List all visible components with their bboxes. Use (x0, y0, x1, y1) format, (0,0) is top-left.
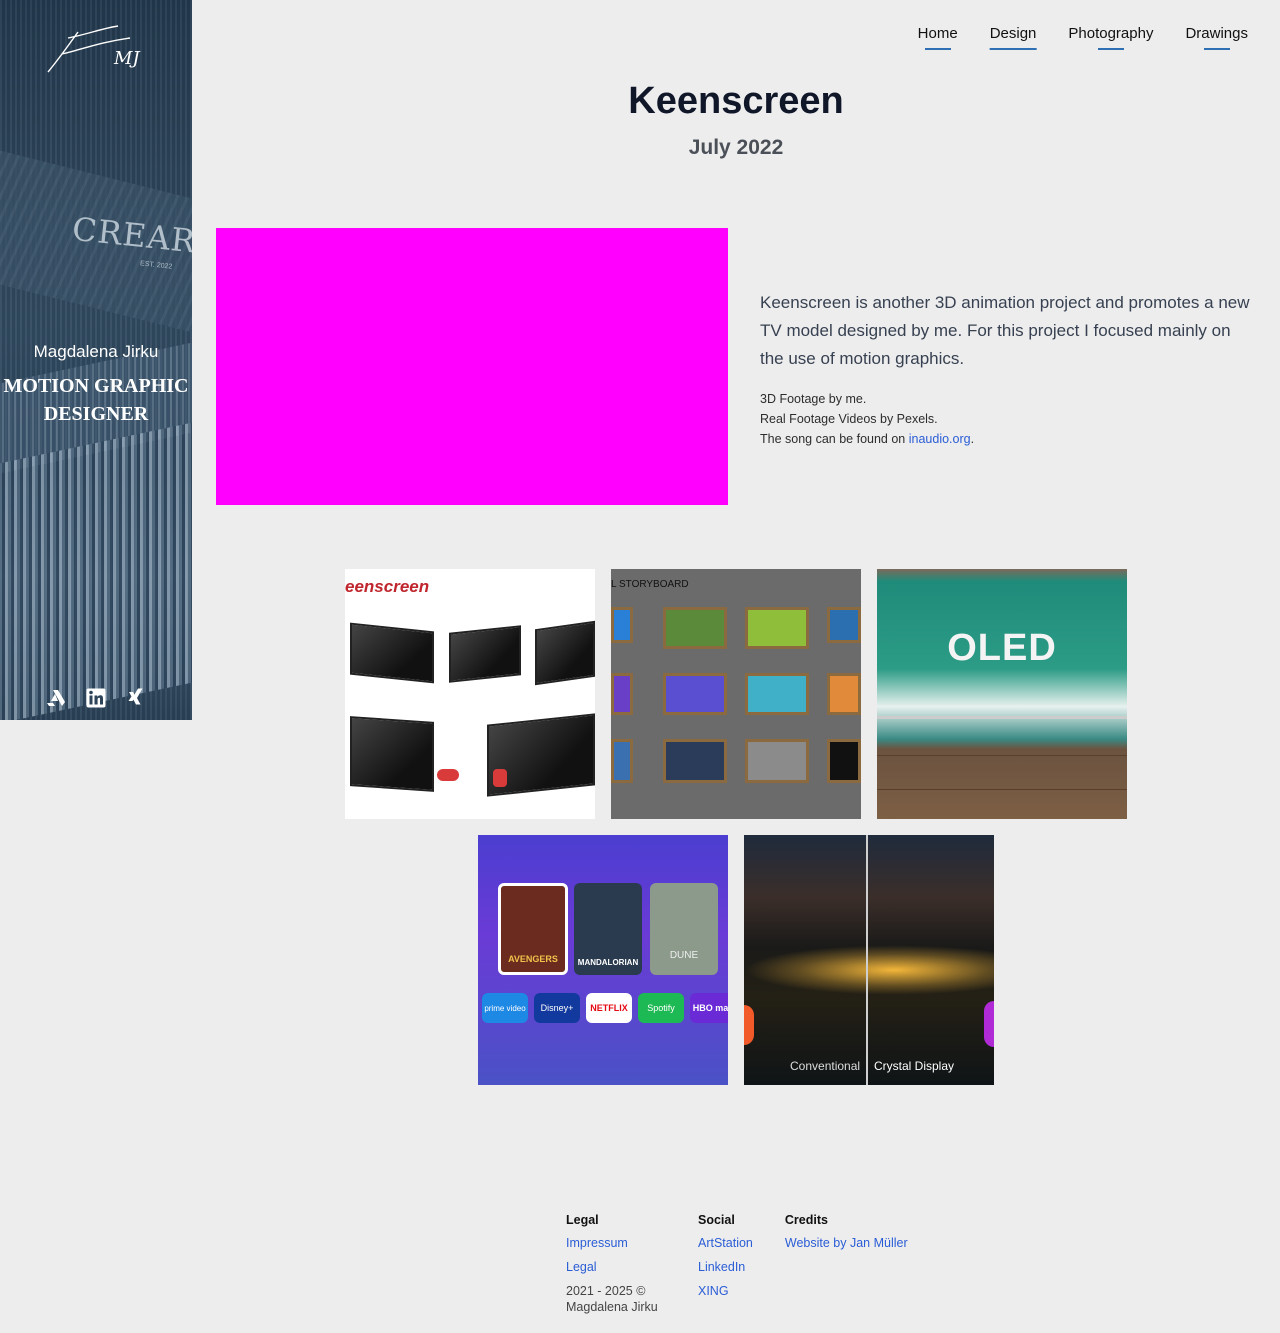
footer-credits-column: Credits Website by Jan Müller (785, 1213, 908, 1315)
storyboard-frame (827, 673, 861, 715)
gallery-image-display-comparison[interactable]: Conventional Crystal Display (744, 835, 994, 1085)
footer-credits-heading: Credits (784, 1213, 828, 1227)
oled-label: OLED (947, 627, 1057, 669)
credit-line: The song can be found on inaudio.org. (760, 429, 1256, 449)
footer-artstation-link[interactable]: ArtStation (698, 1235, 753, 1251)
sketch-tv (350, 622, 434, 684)
comparison-divider (866, 835, 868, 1085)
decor-orb (984, 1001, 994, 1047)
sketch-tv (449, 625, 521, 683)
gallery-image-streaming-ui[interactable]: AVENGERS MANDALORIAN DUNE prime video Di… (478, 835, 728, 1085)
project-description: Keenscreen is another 3D animation proje… (760, 289, 1256, 449)
sketch-accent (493, 769, 507, 787)
footer-website-credit-link[interactable]: Website by Jan Müller (785, 1235, 908, 1251)
gallery-image-tv-sketches[interactable]: eenscreen (345, 569, 595, 819)
sidebar-social-links (0, 686, 192, 710)
sketch-heading: eenscreen (345, 577, 430, 596)
storyboard-frame (827, 739, 861, 783)
project-credits: 3D Footage by me. Real Footage Videos by… (760, 389, 1256, 449)
poster-title: AVENGERS (508, 954, 558, 964)
cabinet-line (877, 755, 1127, 756)
decor-orb (744, 1005, 754, 1045)
app-tile-prime: prime video (482, 993, 528, 1023)
signature-logo[interactable]: MJ (44, 24, 144, 78)
poster-card: AVENGERS (498, 883, 568, 975)
credit-line: 3D Footage by me. (760, 392, 867, 406)
storyboard-frame (827, 607, 861, 643)
main-nav: Home Design Photography Drawings (918, 24, 1248, 50)
footer-legal-heading: Legal (566, 1213, 599, 1227)
designer-name: Magdalena Jirku (33, 342, 159, 361)
designer-title: MOTION GRAPHIC DESIGNER (3, 375, 189, 425)
storyboard-frame (745, 739, 809, 783)
footer-legal-column: Legal Impressum Legal 2021 - 2025 © Magd… (566, 1213, 666, 1315)
app-tile-hbo: HBO max (690, 993, 728, 1023)
storyboard-frame (663, 607, 727, 649)
sketch-tv (535, 620, 595, 686)
footer-linkedin-link[interactable]: LinkedIn (698, 1259, 753, 1275)
crystal-display-label: Crystal Display (874, 1059, 955, 1073)
storyboard-frame (745, 673, 809, 715)
storyboard-frame (611, 607, 633, 643)
sketch-tv (350, 716, 434, 792)
app-tile-spotify: Spotify (638, 993, 684, 1023)
poster-title: MANDALORIAN (577, 958, 639, 967)
footer-social-heading: Social (698, 1213, 735, 1227)
artstation-icon[interactable] (46, 686, 66, 710)
city-lights (744, 945, 994, 995)
footer-social-column: Social ArtStation LinkedIn XING (698, 1213, 753, 1315)
storyboard-frame (611, 673, 633, 715)
svg-text:MJ: MJ (113, 48, 141, 69)
credit-text: The song can be found on (760, 432, 909, 446)
gallery-image-oled-tv[interactable]: OLED (877, 569, 1127, 819)
project-date: July 2022 (688, 136, 784, 159)
footer-xing-link[interactable]: XING (698, 1283, 753, 1299)
nav-design[interactable]: Design (990, 24, 1037, 50)
storyboard-heading: L STORYBOARD (611, 579, 689, 590)
storyboard-frame (611, 739, 633, 783)
nav-home[interactable]: Home (918, 24, 958, 50)
footer-impressum-link[interactable]: Impressum (566, 1235, 666, 1251)
credit-line: Real Footage Videos by Pexels. (760, 412, 938, 426)
sketch-accent (437, 769, 459, 781)
poster-card: DUNE (650, 883, 718, 975)
gallery-image-storyboard[interactable]: L STORYBOARD (611, 569, 861, 819)
poster-title: DUNE (669, 950, 699, 961)
storyboard-frame (663, 739, 727, 783)
inaudio-link[interactable]: inaudio.org (909, 432, 971, 446)
linkedin-icon[interactable] (86, 686, 106, 710)
app-tile-disney: Disney+ (534, 993, 580, 1023)
sidebar: CREARTI EST. 2022 MJ Magdalena Jirku MOT… (0, 0, 192, 720)
storyboard-frame (745, 607, 809, 649)
signature-logo-icon: MJ (47, 25, 141, 73)
storyboard-frame (663, 673, 727, 715)
project-lead-text: Keenscreen is another 3D animation proje… (760, 293, 1250, 368)
project-title: Keenscreen (628, 80, 844, 122)
poster-card: MANDALORIAN (574, 883, 642, 975)
project-video-placeholder[interactable] (216, 228, 728, 505)
footer-copyright: 2021 - 2025 © Magdalena Jirku (566, 1284, 658, 1314)
xing-icon[interactable] (126, 686, 146, 710)
footer: Legal Impressum Legal 2021 - 2025 © Magd… (566, 1213, 908, 1315)
cabinet-line (877, 789, 1127, 790)
nav-drawings[interactable]: Drawings (1185, 24, 1248, 50)
app-tile-netflix: NETFLIX (586, 993, 632, 1023)
footer-legal-link[interactable]: Legal (566, 1259, 666, 1275)
conventional-label: Conventional (790, 1059, 861, 1073)
credit-text: . (970, 432, 975, 446)
nav-photography[interactable]: Photography (1068, 24, 1153, 50)
